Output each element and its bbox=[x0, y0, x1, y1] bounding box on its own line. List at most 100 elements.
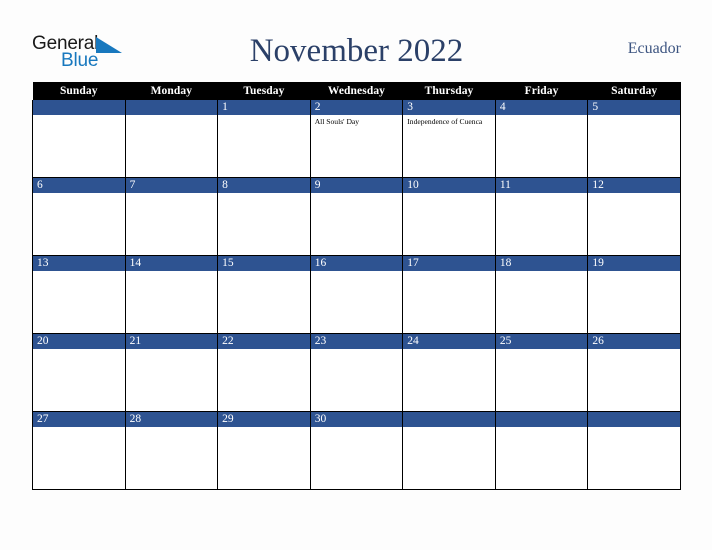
day-number: 2 bbox=[310, 100, 403, 115]
day-number bbox=[495, 412, 588, 427]
calendar-day-cell[interactable]: 29 bbox=[217, 411, 311, 490]
day-number: 10 bbox=[403, 178, 495, 193]
weekday-header-monday: Monday bbox=[125, 82, 218, 100]
day-cell-content: 6 bbox=[33, 178, 125, 255]
calendar-day-cell[interactable]: 16 bbox=[309, 255, 404, 334]
calendar-day-cell[interactable]: 17 bbox=[402, 255, 496, 334]
calendar-day-cell[interactable]: 18 bbox=[494, 255, 589, 334]
day-cell-content: 17 bbox=[403, 256, 495, 333]
calendar-empty-cell[interactable] bbox=[124, 100, 219, 178]
day-cell-content: 25 bbox=[495, 334, 588, 411]
holiday-label: All Souls' Day bbox=[314, 117, 360, 126]
weekday-header-saturday: Saturday bbox=[587, 82, 681, 100]
day-cell-content bbox=[403, 412, 495, 489]
calendar-day-cell[interactable]: 19 bbox=[587, 255, 681, 334]
calendar-page: General Blue November 2022 Ecuador Sunda… bbox=[0, 0, 712, 550]
day-number: 3 bbox=[403, 100, 495, 115]
day-cell-content: 28 bbox=[125, 412, 218, 489]
calendar-day-cell[interactable]: 5 bbox=[587, 100, 681, 178]
day-cell-content: 13 bbox=[33, 256, 125, 333]
day-cell-content bbox=[125, 100, 218, 177]
calendar-week-row: 1 2 All Souls' Day 3 Independence of Cuenca 4… bbox=[32, 100, 681, 178]
day-cell-content: 27 bbox=[33, 412, 125, 489]
day-cell-content: 2 All Souls' Day bbox=[310, 100, 403, 177]
day-number: 19 bbox=[588, 256, 680, 271]
calendar-day-cell[interactable]: 8 bbox=[217, 177, 311, 256]
day-cell-content: 23 bbox=[310, 334, 403, 411]
day-cell-content: 8 bbox=[218, 178, 310, 255]
day-cell-content: 1 bbox=[218, 100, 310, 177]
calendar-day-cell[interactable]: 21 bbox=[124, 333, 219, 412]
day-number bbox=[125, 100, 218, 115]
calendar-day-cell[interactable]: 20 bbox=[32, 333, 126, 412]
calendar-empty-cell[interactable] bbox=[494, 411, 589, 490]
day-number: 28 bbox=[125, 412, 218, 427]
day-events: Independence of Cuenca bbox=[403, 115, 495, 127]
calendar-day-cell[interactable]: 10 bbox=[402, 177, 496, 256]
day-cell-content: 3 Independence of Cuenca bbox=[403, 100, 495, 177]
day-cell-content: 7 bbox=[125, 178, 218, 255]
day-number: 14 bbox=[125, 256, 218, 271]
calendar-day-cell[interactable]: 26 bbox=[587, 333, 681, 412]
calendar-grid: Sunday Monday Tuesday Wednesday Thursday Frid… bbox=[32, 82, 681, 490]
calendar-day-cell[interactable]: 24 bbox=[402, 333, 496, 412]
calendar-day-cell[interactable]: 3 Independence of Cuenca bbox=[402, 100, 496, 178]
day-number: 4 bbox=[495, 100, 588, 115]
day-cell-content: 4 bbox=[495, 100, 588, 177]
day-cell-content: 12 bbox=[588, 178, 680, 255]
day-number: 1 bbox=[218, 100, 310, 115]
day-cell-content: 26 bbox=[588, 334, 680, 411]
day-number: 17 bbox=[403, 256, 495, 271]
day-number: 16 bbox=[310, 256, 403, 271]
calendar-day-cell[interactable]: 11 bbox=[494, 177, 589, 256]
calendar-day-cell[interactable]: 6 bbox=[32, 177, 126, 256]
calendar-day-cell[interactable]: 27 bbox=[32, 411, 126, 490]
calendar-day-cell[interactable]: 30 bbox=[309, 411, 404, 490]
calendar-empty-cell[interactable] bbox=[32, 100, 126, 178]
day-number bbox=[33, 100, 125, 115]
calendar-empty-cell[interactable] bbox=[587, 411, 681, 490]
day-number: 26 bbox=[588, 334, 680, 349]
day-events: All Souls' Day bbox=[311, 115, 403, 127]
calendar-day-cell[interactable]: 7 bbox=[124, 177, 219, 256]
day-cell-content: 21 bbox=[125, 334, 218, 411]
day-cell-content bbox=[495, 412, 588, 489]
calendar-week-row: 27 28 29 30 bbox=[32, 411, 681, 490]
calendar-day-cell[interactable]: 1 bbox=[217, 100, 311, 178]
day-number: 13 bbox=[33, 256, 125, 271]
day-cell-content: 22 bbox=[218, 334, 310, 411]
calendar-day-cell[interactable]: 22 bbox=[217, 333, 311, 412]
day-number bbox=[588, 412, 680, 427]
calendar-empty-cell[interactable] bbox=[402, 411, 496, 490]
calendar-day-cell[interactable]: 28 bbox=[124, 411, 219, 490]
day-cell-content: 14 bbox=[125, 256, 218, 333]
calendar-day-cell[interactable]: 13 bbox=[32, 255, 126, 334]
calendar-week-row: 20 21 22 23 24 25 26 bbox=[32, 333, 681, 412]
day-number: 24 bbox=[403, 334, 495, 349]
calendar-day-cell[interactable]: 4 bbox=[494, 100, 589, 178]
weekday-header-thursday: Thursday bbox=[402, 82, 496, 100]
calendar-day-cell[interactable]: 23 bbox=[309, 333, 404, 412]
day-number: 12 bbox=[588, 178, 680, 193]
calendar-day-cell[interactable]: 12 bbox=[587, 177, 681, 256]
day-number: 8 bbox=[218, 178, 310, 193]
page-header: General Blue November 2022 Ecuador bbox=[32, 28, 681, 78]
day-cell-content: 11 bbox=[495, 178, 588, 255]
day-number: 25 bbox=[495, 334, 588, 349]
calendar-day-cell[interactable]: 9 bbox=[309, 177, 404, 256]
calendar-week-row: 6 7 8 9 10 11 12 bbox=[32, 177, 681, 256]
day-cell-content bbox=[33, 100, 125, 177]
calendar-day-cell[interactable]: 25 bbox=[494, 333, 589, 412]
weekday-header-wednesday: Wednesday bbox=[310, 82, 403, 100]
day-cell-content: 29 bbox=[218, 412, 310, 489]
day-cell-content bbox=[588, 412, 680, 489]
day-number: 5 bbox=[588, 100, 680, 115]
day-cell-content: 15 bbox=[218, 256, 310, 333]
day-number: 27 bbox=[33, 412, 125, 427]
day-cell-content: 16 bbox=[310, 256, 403, 333]
calendar-day-cell[interactable]: 15 bbox=[217, 255, 311, 334]
calendar-day-cell[interactable]: 14 bbox=[124, 255, 219, 334]
calendar-day-cell[interactable]: 2 All Souls' Day bbox=[309, 100, 404, 178]
day-number bbox=[403, 412, 495, 427]
day-cell-content: 9 bbox=[310, 178, 403, 255]
